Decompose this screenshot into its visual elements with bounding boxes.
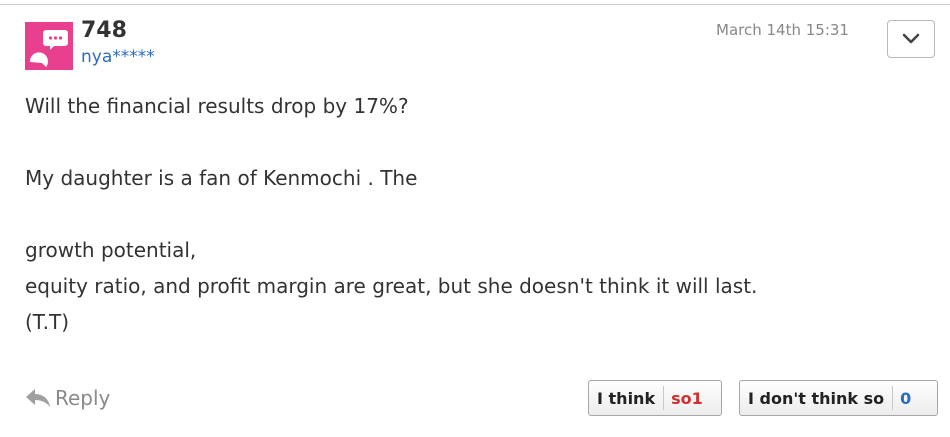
- username-link[interactable]: nya*****: [81, 46, 155, 68]
- disagree-vote-count: 0: [900, 388, 912, 408]
- reply-arrow-icon: [26, 389, 50, 407]
- reply-label: Reply: [55, 386, 111, 410]
- post-body-line: equity ratio, and profit margin are grea…: [25, 274, 758, 298]
- top-divider: [0, 4, 950, 5]
- reply-button[interactable]: Reply: [25, 386, 110, 410]
- post-body-line: My daughter is a fan of Kenmochi . The: [25, 166, 418, 190]
- post-body-line: (T.T): [25, 310, 70, 334]
- post-menu-button[interactable]: [887, 20, 935, 58]
- agree-vote-label: I think: [597, 388, 656, 408]
- post-number: 748: [81, 18, 127, 43]
- chevron-down-icon: [902, 33, 920, 44]
- user-avatar[interactable]: [25, 22, 73, 70]
- agree-vote-count: so1: [671, 388, 703, 408]
- post-body-line: Will the financial results drop by 17%?: [25, 94, 409, 118]
- disagree-vote-button[interactable]: I don't think so 0: [739, 380, 938, 416]
- post-timestamp: March 14th 15:31: [716, 21, 849, 39]
- disagree-vote-label: I don't think so: [748, 388, 885, 408]
- post-body-line: growth potential,: [25, 238, 197, 262]
- agree-vote-button[interactable]: I think so1: [588, 380, 722, 416]
- avatar-speech-bubble-icon: [25, 22, 73, 70]
- post-body: Will the financial results drop by 17%? …: [25, 88, 935, 340]
